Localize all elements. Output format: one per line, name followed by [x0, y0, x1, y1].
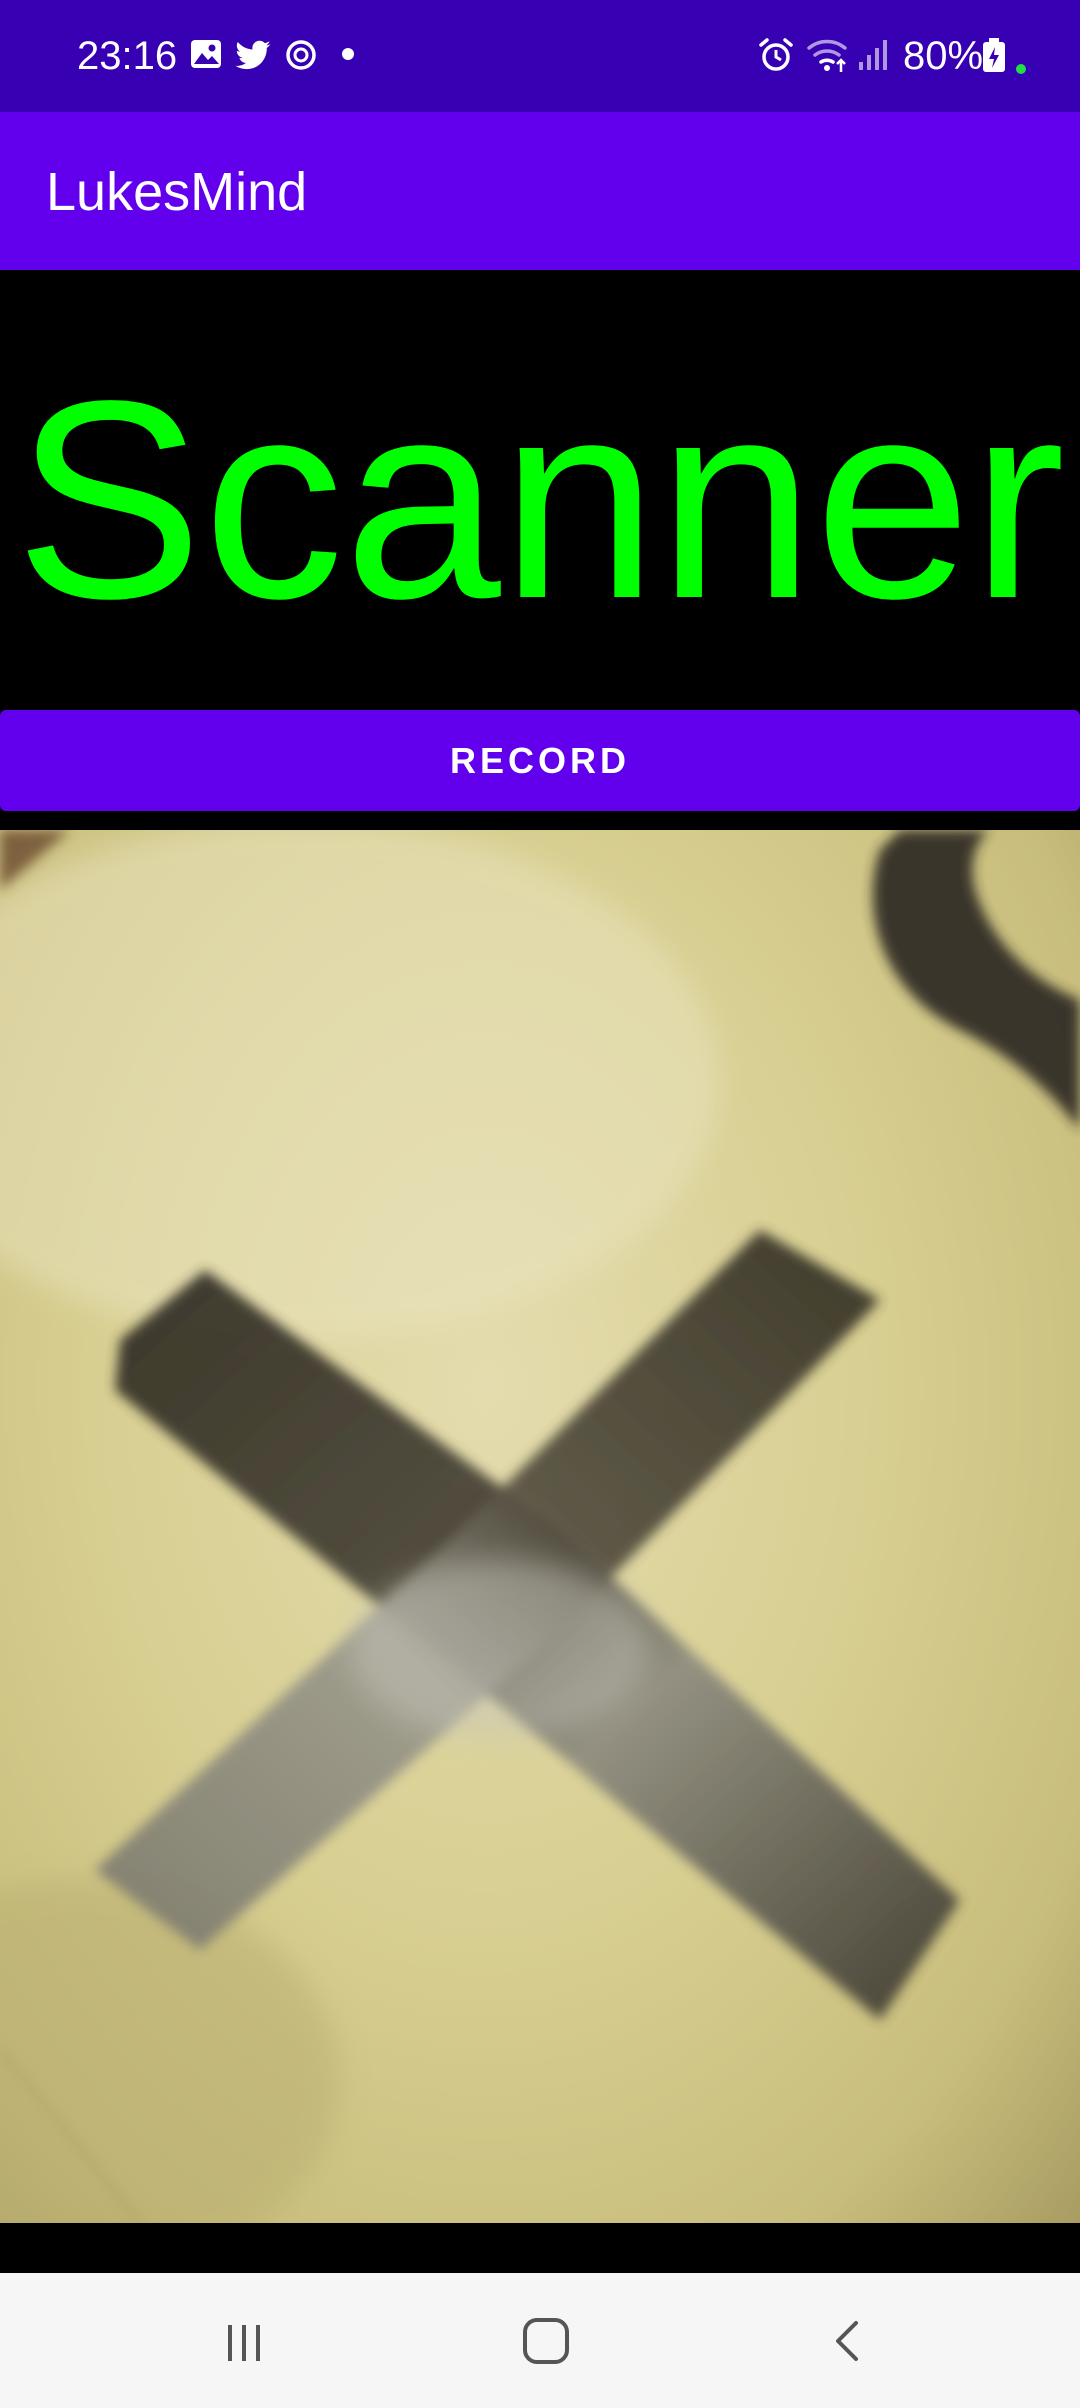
twitter-icon: [234, 36, 272, 74]
camera-preview-image: [0, 830, 1080, 2223]
battery-percentage: 80%: [903, 34, 984, 78]
home-button[interactable]: [486, 2293, 606, 2388]
record-button[interactable]: RECORD: [0, 710, 1080, 811]
camera-preview: [0, 830, 1080, 2223]
recent-apps-icon: [228, 2324, 260, 2361]
sync-icon: [282, 36, 320, 74]
dot-icon: [340, 46, 356, 62]
app-bar: LukesMind: [0, 112, 1080, 270]
gallery-icon: [188, 36, 226, 74]
app-title: LukesMind: [46, 162, 308, 222]
status-bar: 23:16 80%: [0, 0, 1080, 112]
charging-dot-icon: [1015, 62, 1027, 74]
back-icon: [836, 2320, 858, 2361]
navigation-bar: [0, 2273, 1080, 2408]
bottom-band: [0, 2223, 1080, 2273]
battery-icon: [980, 36, 1008, 74]
recent-apps-button[interactable]: [184, 2293, 304, 2388]
signal-icon: [856, 36, 892, 74]
alarm-icon: [757, 36, 795, 74]
wifi-icon: [805, 36, 853, 74]
back-button[interactable]: [788, 2293, 908, 2388]
status-time: 23:16: [77, 34, 178, 78]
scanner-heading: Scanner: [14, 342, 1066, 657]
home-icon: [523, 2317, 569, 2364]
